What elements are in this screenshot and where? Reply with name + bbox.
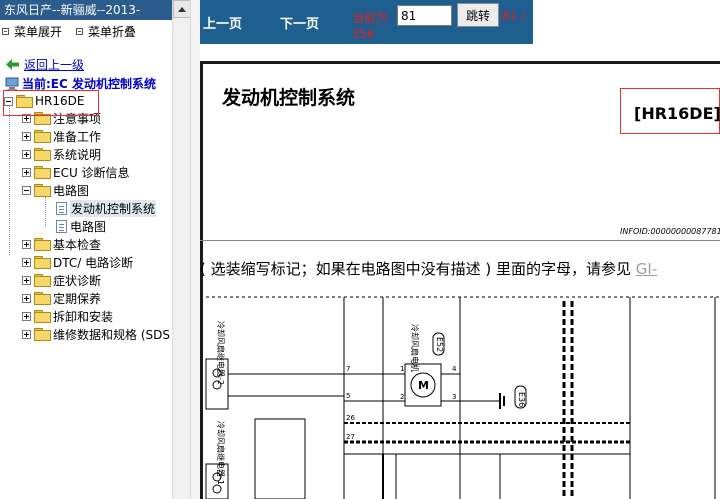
wire-number: 26: [346, 414, 355, 422]
menu-collapse-label: 菜单折叠: [88, 24, 137, 39]
scroll-up-arrow-icon[interactable]: [173, 0, 190, 18]
expand-toggle-icon[interactable]: [22, 257, 31, 267]
document-view: 发动机控制系统 [HR16DE] INFOID:000000000877815 …: [200, 44, 720, 499]
folder-icon: [34, 310, 51, 323]
tree-node-label: 系统说明: [53, 147, 102, 162]
folder-icon: [34, 238, 51, 251]
document-icon: [56, 219, 67, 233]
wire-number: 27: [346, 433, 355, 441]
wire-number: 3: [452, 393, 456, 401]
ground-connector-label: E36: [517, 392, 526, 407]
svg-text:M: M: [418, 379, 429, 392]
tree-node-label: 基本检查: [53, 237, 102, 252]
page-toolbar: 上一页 下一页 当前为 跳转 81 / 356: [200, 0, 533, 44]
motor-label: 冷却风扇电机: [410, 324, 420, 372]
back-arrow-icon: [6, 59, 19, 70]
collapse-toggle-icon[interactable]: [22, 185, 31, 195]
folder-icon: [34, 148, 51, 161]
tree-node-basic-inspection[interactable]: 基本检查: [22, 235, 101, 253]
folder-icon: [34, 292, 51, 305]
menu-expand-label: 菜单展开: [14, 24, 63, 39]
document-icon: [56, 201, 67, 215]
expand-toggle-icon[interactable]: [22, 239, 31, 249]
next-page-button[interactable]: 下一页: [280, 13, 319, 32]
wire-number: 7: [346, 365, 350, 373]
pane-splitter[interactable]: [190, 0, 200, 499]
wire-number: 2: [400, 393, 404, 401]
page-heading: 发动机控制系统: [222, 87, 356, 109]
tree-node-label: ECU 诊断信息: [53, 165, 130, 180]
tree-node-label: 拆卸和安装: [53, 309, 114, 324]
tree-node-label: 准备工作: [53, 129, 102, 144]
expand-toggle-icon[interactable]: [22, 275, 31, 285]
tree-node-ecu-diagnosis[interactable]: ECU 诊断信息: [22, 163, 130, 181]
motor-connector-label: E52: [435, 337, 444, 352]
tree-node-service-data[interactable]: 维修数据和规格 (SDS: [22, 325, 170, 343]
folder-icon: [34, 328, 51, 341]
prev-page-button[interactable]: 上一页: [203, 13, 242, 32]
tree-node-label: 发动机控制系统: [70, 199, 157, 217]
relay-1-label: 冷却风扇继电器-1: [216, 421, 226, 485]
page-counter: 81 /: [502, 9, 526, 23]
page-top-border: [200, 61, 720, 64]
book-title: 东风日产--新骊威--2013-: [0, 0, 172, 20]
wire-number: 1: [400, 365, 404, 373]
tree-node-system-description[interactable]: 系统说明: [22, 145, 101, 163]
folder-icon: [34, 274, 51, 287]
tree-node-removal-installation[interactable]: 拆卸和安装: [22, 307, 113, 325]
wiring-diagram: 冷却风扇继电器-2 冷却风扇继电器-1 7 5 26 27 M 冷却风扇电机 E…: [205, 296, 720, 499]
tree-node-symptom-diagnosis[interactable]: 症状诊断: [22, 271, 101, 289]
page-number-input[interactable]: [397, 5, 452, 26]
tree-scrollbar[interactable]: [172, 0, 190, 499]
tree-node-label: 症状诊断: [53, 273, 102, 288]
expand-icon: [2, 27, 9, 35]
tree-connector-line: [9, 105, 10, 255]
expand-toggle-icon[interactable]: [22, 149, 31, 159]
expand-toggle-icon[interactable]: [22, 293, 31, 303]
wire-number: 5: [346, 392, 350, 400]
app-window: 东风日产--新骊威--2013- 菜单展开 菜单折叠 返回上一级 当前:EC 发…: [0, 0, 720, 499]
expand-toggle-icon[interactable]: [22, 167, 31, 177]
collapse-icon: [76, 27, 84, 35]
tree-node-circuit-diagram[interactable]: 电路图: [56, 217, 106, 235]
folder-icon: [34, 166, 51, 179]
menu-collapse-button[interactable]: 菜单折叠: [76, 23, 136, 40]
tree-node-periodic-maintenance[interactable]: 定期保养: [22, 289, 101, 307]
computer-icon: [5, 77, 19, 91]
jump-button[interactable]: 跳转: [457, 3, 499, 27]
wire-number: 4: [452, 365, 457, 373]
description-body: ( 选装缩写标记；如果在电路图中没有描述 ) 里面的字母，请参见: [200, 260, 632, 278]
tree-node-dtc-diagnosis[interactable]: DTC/ 电路诊断: [22, 253, 133, 271]
reference-link[interactable]: GI-: [636, 260, 657, 278]
back-link[interactable]: 返回上一级: [6, 56, 84, 73]
tree-node-label: 维修数据和规格 (SDS: [53, 327, 170, 342]
navigation-panel: 东风日产--新骊威--2013- 菜单展开 菜单折叠 返回上一级 当前:EC 发…: [0, 0, 190, 499]
tree-connector-line: [45, 197, 46, 227]
tree-node-label: 电路图: [70, 219, 107, 234]
tree-node-label: DTC/ 电路诊断: [53, 255, 134, 270]
tree-node-engine-control-system[interactable]: 发动机控制系统: [56, 199, 157, 217]
relay-2-label: 冷却风扇继电器-2: [216, 321, 226, 385]
menu-toolbar: 菜单展开 菜单折叠: [2, 23, 146, 39]
current-page-label: 当前为: [352, 11, 389, 25]
model-tag: [HR16DE]: [634, 104, 720, 123]
info-id: INFOID:000000000877815: [620, 227, 720, 236]
tree-node-label: 电路图: [53, 183, 90, 198]
expand-toggle-icon[interactable]: [22, 311, 31, 321]
menu-expand-button[interactable]: 菜单展开: [2, 23, 62, 40]
folder-icon: [34, 256, 51, 269]
highlight-box: [3, 90, 99, 116]
section-rule: [200, 240, 720, 241]
tree-node-label: 定期保养: [53, 291, 102, 306]
folder-icon: [34, 130, 51, 143]
page-total: 356: [352, 27, 375, 41]
back-link-label: 返回上一级: [24, 58, 85, 72]
description-text: ( 选装缩写标记；如果在电路图中没有描述 ) 里面的字母，请参见 GI-: [200, 258, 657, 279]
folder-open-icon: [34, 184, 51, 197]
expand-toggle-icon[interactable]: [22, 131, 31, 141]
tree-node-preparation[interactable]: 准备工作: [22, 127, 101, 145]
expand-toggle-icon[interactable]: [22, 329, 31, 339]
tree-node-wiring-diagram[interactable]: 电路图: [22, 181, 89, 199]
